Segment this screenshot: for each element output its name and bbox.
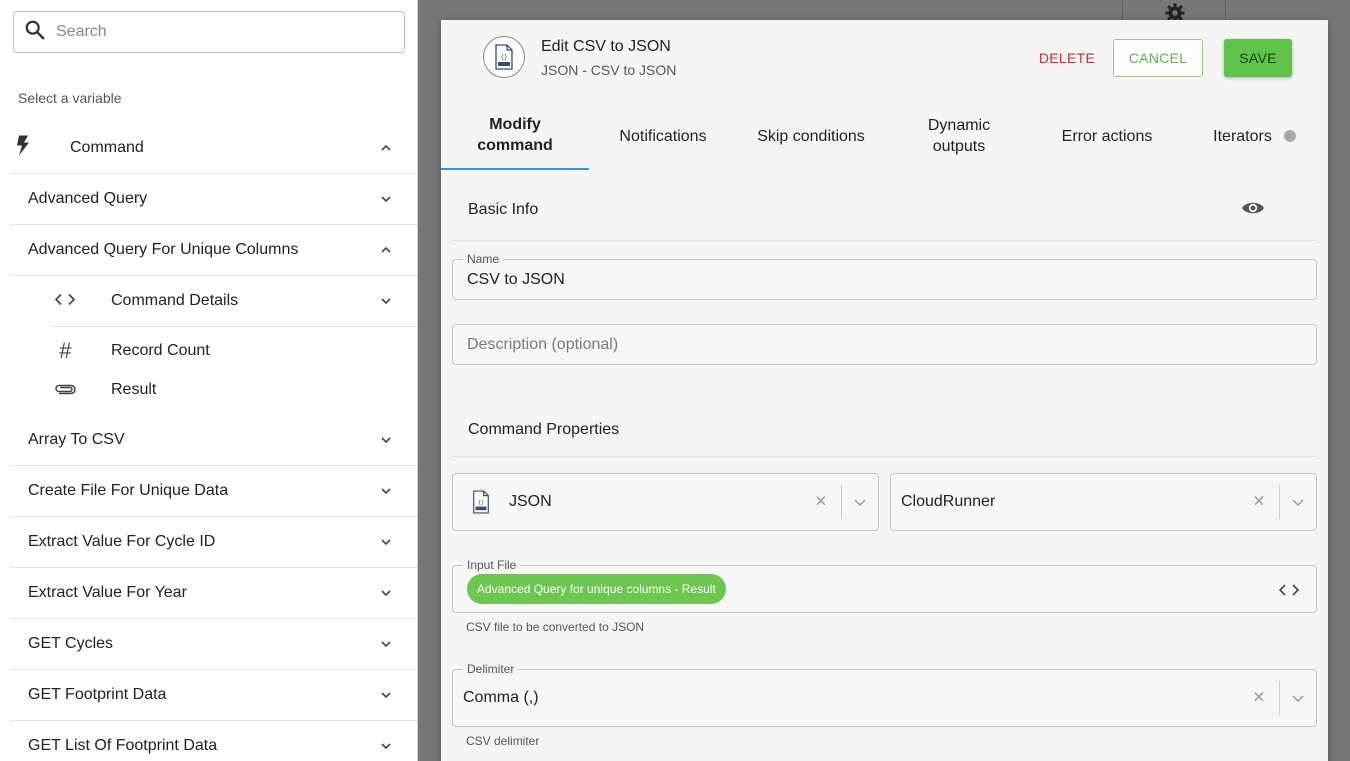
- description-field[interactable]: Description (optional): [452, 324, 1317, 365]
- hash-icon: #: [58, 338, 72, 363]
- dialog-title: Edit CSV to JSON: [541, 38, 671, 55]
- delimiter-select[interactable]: Delimiter Comma (,) ×: [452, 662, 1317, 727]
- description-placeholder: Description (optional): [467, 335, 619, 353]
- select-separator: [1279, 681, 1280, 715]
- variable-chip[interactable]: Advanced Query for unique columns - Resu…: [467, 574, 726, 604]
- svg-text:{}: {}: [500, 54, 507, 61]
- list-item[interactable]: GET Cycles: [10, 619, 417, 670]
- chevron-down-icon[interactable]: [379, 535, 393, 549]
- divider: [452, 240, 1317, 241]
- clear-icon[interactable]: ×: [1253, 687, 1265, 710]
- variable-panel: Select a variable Command Advanced Query…: [0, 0, 418, 761]
- connector-select[interactable]: {} JSON ×: [452, 473, 879, 531]
- code-brackets-icon: [53, 291, 77, 312]
- input-file-helper: CSV file to be converted to JSON: [466, 620, 645, 634]
- chevron-down-icon[interactable]: [379, 586, 393, 600]
- list-item[interactable]: Advanced Query: [10, 174, 417, 225]
- paperclip-icon: [53, 380, 77, 401]
- list-item[interactable]: GET List Of Footprint Data: [10, 721, 417, 761]
- list-item[interactable]: GET Footprint Data: [10, 670, 417, 721]
- divider: [452, 456, 1317, 457]
- chevron-down-icon[interactable]: [379, 739, 393, 753]
- variable-list: Command Advanced Query Advanced Query Fo…: [10, 123, 417, 761]
- chevron-down-icon[interactable]: [379, 484, 393, 498]
- list-item[interactable]: Advanced Query For Unique Columns: [10, 225, 417, 276]
- tab-error-actions[interactable]: Error actions: [1033, 102, 1181, 170]
- command-group-label: Command: [70, 139, 144, 156]
- delete-button[interactable]: DELETE: [1019, 39, 1115, 77]
- dialog-subtitle: JSON - CSV to JSON: [541, 62, 677, 78]
- edit-command-dialog: {} Edit CSV to JSON JSON - CSV to JSON D…: [441, 20, 1328, 761]
- delimiter-value: Comma (,): [463, 689, 539, 706]
- list-item[interactable]: Array To CSV: [10, 415, 417, 466]
- select-variable-label: Select a variable: [18, 90, 122, 106]
- runner-select[interactable]: CloudRunner ×: [890, 473, 1317, 531]
- tab-bar: Modify command Notifications Skip condit…: [441, 102, 1328, 170]
- chevron-down-icon[interactable]: [379, 433, 393, 447]
- command-group-header[interactable]: Command: [10, 123, 417, 174]
- tab-iterators[interactable]: Iterators: [1181, 102, 1328, 170]
- child-item-record-count[interactable]: # Record Count: [51, 331, 417, 371]
- tab-dynamic-outputs[interactable]: Dynamic outputs: [885, 102, 1033, 170]
- list-item[interactable]: Create File For Unique Data: [10, 466, 417, 517]
- name-value: CSV to JSON: [467, 270, 565, 288]
- chevron-down-icon[interactable]: [379, 688, 393, 702]
- json-file-icon: {}: [471, 490, 491, 519]
- lightning-icon: [16, 135, 30, 161]
- select-separator: [841, 485, 842, 519]
- chevron-down-icon[interactable]: [1291, 495, 1305, 509]
- code-brackets-icon[interactable]: [1278, 583, 1300, 597]
- dialog-header: {} Edit CSV to JSON JSON - CSV to JSON D…: [441, 20, 1328, 98]
- chevron-down-icon[interactable]: [853, 495, 867, 509]
- connector-value: JSON: [509, 493, 552, 510]
- child-item-result[interactable]: Result: [51, 371, 417, 409]
- search-box[interactable]: [13, 11, 405, 53]
- input-file-field[interactable]: Input File Advanced Query for unique col…: [452, 558, 1317, 613]
- delimiter-helper: CSV delimiter: [466, 734, 540, 748]
- save-button[interactable]: SAVE: [1224, 39, 1292, 77]
- tab-notifications[interactable]: Notifications: [589, 102, 737, 170]
- list-item[interactable]: Extract Value For Year: [10, 568, 417, 619]
- clear-icon[interactable]: ×: [1253, 491, 1265, 514]
- tab-skip-conditions[interactable]: Skip conditions: [737, 102, 885, 170]
- basic-info-heading: Basic Info: [468, 201, 539, 218]
- chevron-down-icon[interactable]: [379, 192, 393, 206]
- chevron-down-icon[interactable]: [1291, 691, 1305, 705]
- clear-icon[interactable]: ×: [815, 491, 827, 514]
- status-dot: [1283, 130, 1296, 142]
- tab-modify-command[interactable]: Modify command: [441, 102, 589, 170]
- chevron-up-icon[interactable]: [379, 243, 393, 257]
- search-icon: [24, 19, 46, 46]
- eye-icon[interactable]: [1241, 200, 1265, 221]
- chevron-down-icon[interactable]: [379, 294, 393, 308]
- child-item-command-details[interactable]: Command Details: [51, 276, 417, 327]
- list-item[interactable]: Extract Value For Cycle ID: [10, 517, 417, 568]
- background-toolbar: [1122, 0, 1226, 23]
- chevron-up-icon[interactable]: [379, 141, 393, 155]
- command-properties-heading: Command Properties: [468, 421, 620, 438]
- search-input[interactable]: [56, 23, 376, 41]
- name-field[interactable]: Name CSV to JSON: [452, 252, 1317, 300]
- runner-value: CloudRunner: [901, 493, 996, 510]
- chevron-down-icon[interactable]: [379, 637, 393, 651]
- svg-text:{}: {}: [478, 500, 485, 506]
- select-separator: [1279, 485, 1280, 519]
- cancel-button[interactable]: CANCEL: [1113, 39, 1203, 77]
- json-file-icon: {}: [483, 36, 525, 78]
